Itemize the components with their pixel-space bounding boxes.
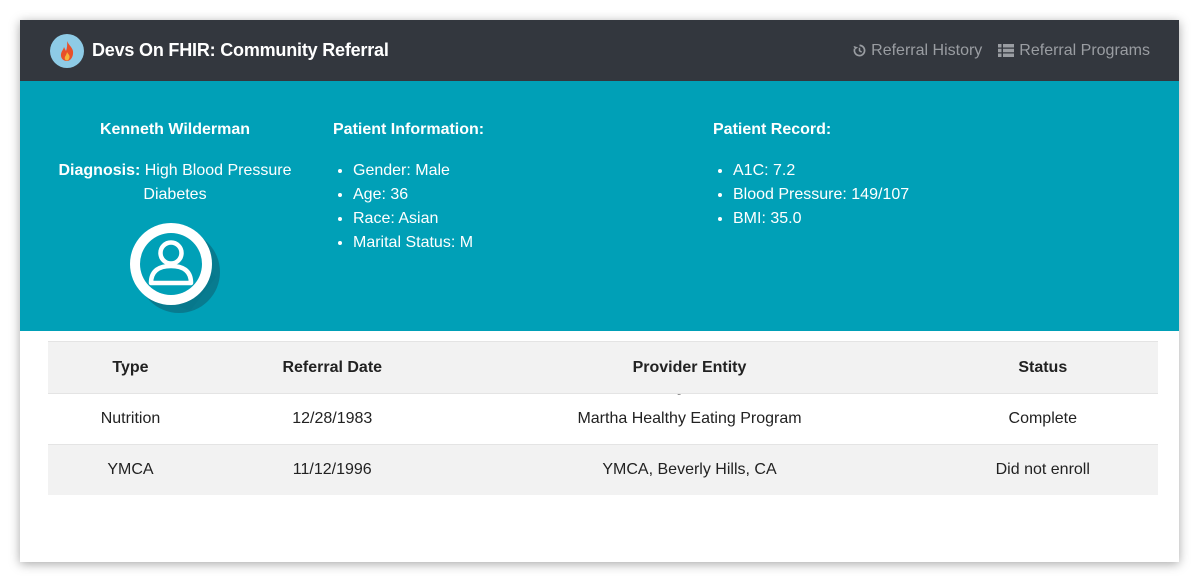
cell-provider-entity: Martha Healthy Eating Program [451,393,928,445]
column-header-status: Status [927,341,1158,394]
patient-record-list: A1C: 7.2 Blood Pressure: 149/107 BMI: 35… [713,159,909,231]
app-window: Devs On FHIR: Community Referral Referra… [20,20,1179,562]
list-item: A1C: 7.2 [733,159,909,183]
patient-record: Patient Record: A1C: 7.2 Blood Pressure:… [713,121,909,231]
nav-link-label: Referral History [871,41,983,59]
patient-information-heading: Patient Information: [333,121,485,138]
column-header-referral-date: Referral Date [213,341,452,394]
app-title: Devs On FHIR: Community Referral [92,40,389,60]
referral-history-table: Type Referral Date Provider Entity Statu… [48,341,1158,495]
patient-summary: Kenneth Wilderman Diagnosis: High Blood … [40,121,310,313]
patient-information: Patient Information: Gender: Male Age: 3… [333,121,484,255]
diagnosis: Diagnosis: High Blood Pressure Diabetes [40,159,310,207]
cell-provider-entity: YMCA, Beverly Hills, CA [451,444,928,495]
list-item: Gender: Male [353,159,484,183]
table-header-row: Type Referral Date Provider Entity Statu… [48,341,1158,394]
patient-name: Kenneth Wilderman [99,121,251,138]
list-icon [998,44,1015,57]
nav-link-referral-programs[interactable]: Referral Programs [998,42,1150,60]
diagnosis-label: Diagnosis: [58,162,141,179]
table-row: YMCA 11/12/1996 YMCA, Beverly Hills, CA … [48,444,1158,495]
nav-links: Referral History Referral Programs [853,20,1150,81]
cell-status: Did not enroll [927,444,1158,495]
patient-information-list: Gender: Male Age: 36 Race: Asian Marital… [333,159,484,255]
table-row: Nutrition 12/28/1983 Martha Healthy Eati… [48,393,1158,445]
nav-link-referral-history[interactable]: Referral History [853,42,982,60]
cell-type: YMCA [48,444,213,495]
nav-link-label: Referral Programs [1019,41,1150,59]
list-item: Age: 36 [353,183,484,207]
cell-referral-date: 11/12/1996 [213,444,452,495]
avatar [130,223,220,313]
diagnosis-value: Diabetes [143,186,207,203]
patient-banner: Kenneth Wilderman Diagnosis: High Blood … [20,81,1179,331]
list-item: Race: Asian [353,207,484,231]
list-item: Marital Status: M [353,231,484,255]
history-icon [853,44,866,57]
list-item: Blood Pressure: 149/107 [733,183,909,207]
cell-status: Complete [927,393,1158,445]
brand[interactable]: Devs On FHIR: Community Referral [50,33,389,68]
diagnosis-value: High Blood Pressure [144,162,292,179]
flame-logo-icon [50,33,84,68]
column-header-type: Type [48,341,213,394]
cell-type: Nutrition [48,393,213,445]
list-item: BMI: 35.0 [733,207,909,231]
column-header-provider-entity: Provider Entity [451,341,928,394]
patient-record-heading: Patient Record: [713,121,832,138]
navbar: Devs On FHIR: Community Referral Referra… [20,20,1179,81]
cell-referral-date: 12/28/1983 [213,393,452,445]
